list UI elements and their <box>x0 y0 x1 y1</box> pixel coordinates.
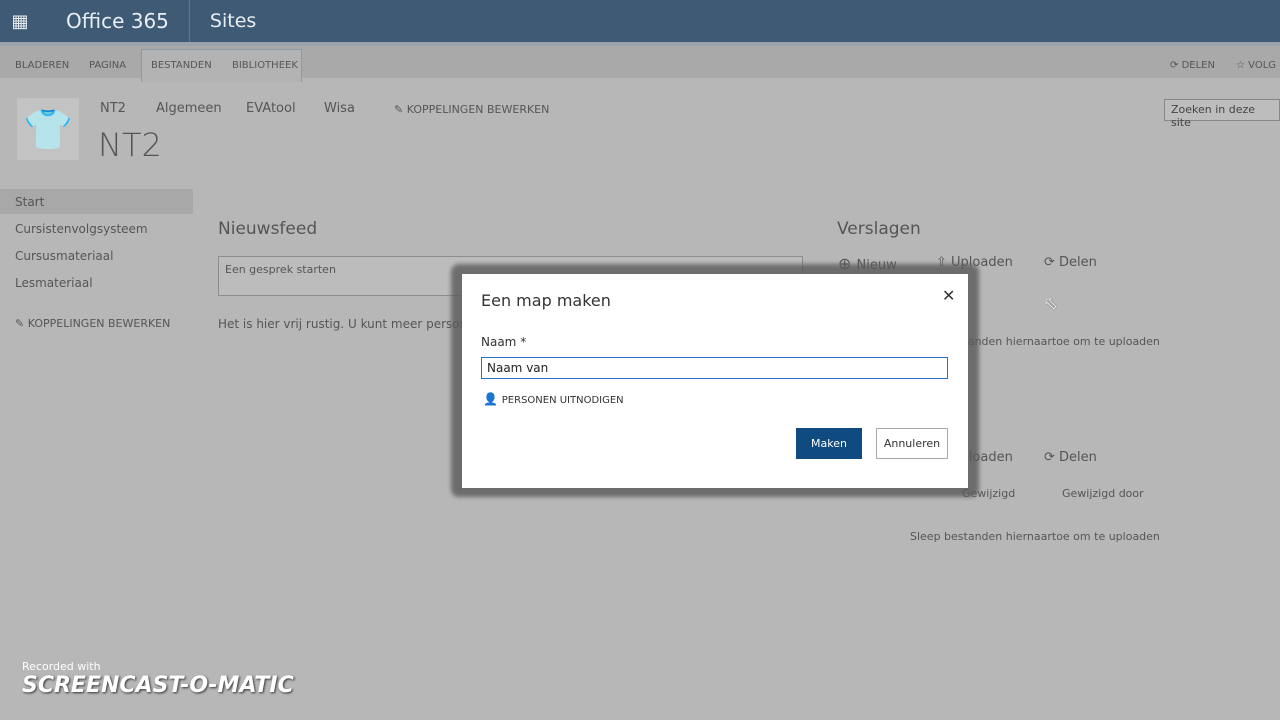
edit-links-left[interactable]: ✎ KOPPELINGEN BEWERKEN <box>15 317 170 330</box>
share-doc-label: Delen <box>1059 255 1097 270</box>
ribbon: BLADEREN PAGINA BESTANDEN BIBLIOTHEEK ⟳ … <box>0 42 1280 82</box>
site-title: NT2 <box>98 126 162 164</box>
tab-pagina[interactable]: PAGINA <box>89 60 126 71</box>
left-nav-start[interactable]: Start <box>15 195 44 209</box>
tab-bladeren[interactable]: BLADEREN <box>15 60 69 71</box>
create-folder-dialog: Een map maken ✕ Naam * 👤 PERSONEN UITNOD… <box>462 274 968 488</box>
share-button[interactable]: ⟳ DELEN <box>1170 60 1215 71</box>
site-logo[interactable]: 👕 <box>17 98 79 160</box>
pencil-icon: ✎ <box>15 317 28 330</box>
column-modified-by[interactable]: Gewijzigd door <box>1062 487 1144 500</box>
dialog-title: Een map maken <box>481 291 611 310</box>
share-icon: ⟳ <box>1044 450 1060 465</box>
topnav-nt2[interactable]: NT2 <box>100 101 126 116</box>
watermark-logo: SCREENCAST-O-MATIC <box>22 673 294 698</box>
close-icon[interactable]: ✕ <box>942 286 955 305</box>
cancel-button[interactable]: Annuleren <box>876 428 948 459</box>
suite-bar: ▦ Office 365 Sites <box>0 0 1280 42</box>
app-launcher-icon[interactable]: ▦ <box>0 0 40 42</box>
invite-people-link[interactable]: 👤 PERSONEN UITNODIGEN <box>483 392 624 406</box>
share-doc-button-2[interactable]: ⟳ Delen <box>1044 450 1097 465</box>
make-button[interactable]: Maken <box>796 428 862 459</box>
topnav-algemeen[interactable]: Algemeen <box>156 101 222 116</box>
follow-label: VOLG <box>1248 60 1277 71</box>
share-doc-label: Delen <box>1059 450 1097 465</box>
edit-links-label: KOPPELINGEN BEWERKEN <box>27 317 171 330</box>
mouse-cursor-icon: ⬁ <box>1043 293 1059 314</box>
left-nav-cursusmateriaal[interactable]: Cursusmateriaal <box>15 249 113 263</box>
tab-bestanden[interactable]: BESTANDEN <box>151 60 212 71</box>
share-doc-button[interactable]: ⟳ Delen <box>1044 255 1097 270</box>
follow-button[interactable]: ☆ VOLG <box>1236 60 1276 71</box>
newsfeed-title: Nieuwsfeed <box>218 219 318 239</box>
pencil-icon: ✎ <box>394 103 407 116</box>
edit-links-top[interactable]: ✎ KOPPELINGEN BEWERKEN <box>394 103 549 116</box>
sites-link[interactable]: Sites <box>190 10 256 32</box>
tab-bibliotheek[interactable]: BIBLIOTHEEK <box>232 60 298 71</box>
folder-name-input[interactable] <box>481 357 948 379</box>
search-input[interactable]: Zoeken in deze site <box>1164 99 1280 129</box>
invite-label: PERSONEN UITNODIGEN <box>501 395 624 406</box>
office365-brand[interactable]: Office 365 <box>40 0 190 42</box>
drop-hint-2: Sleep bestanden hiernaartoe om te upload… <box>910 530 1160 543</box>
watermark-line1: Recorded with <box>22 660 101 673</box>
add-person-icon: 👤 <box>483 392 502 406</box>
topnav-wisa[interactable]: Wisa <box>324 101 355 116</box>
left-nav-lesmateriaal[interactable]: Lesmateriaal <box>15 276 93 290</box>
reports-title: Verslagen <box>837 219 921 239</box>
name-label: Naam * <box>481 335 527 349</box>
edit-links-label: KOPPELINGEN BEWERKEN <box>406 103 550 116</box>
share-label: DELEN <box>1181 60 1215 71</box>
topnav-evatool[interactable]: EVAtool <box>246 101 296 116</box>
share-icon: ⟳ <box>1044 255 1060 270</box>
share-icon: ⟳ <box>1170 60 1182 71</box>
left-nav-cursistenvolgsysteem[interactable]: Cursistenvolgsysteem <box>15 222 148 236</box>
star-icon: ☆ <box>1236 60 1249 71</box>
screencast-watermark: Recorded with SCREENCAST-O-MATIC <box>22 660 294 698</box>
